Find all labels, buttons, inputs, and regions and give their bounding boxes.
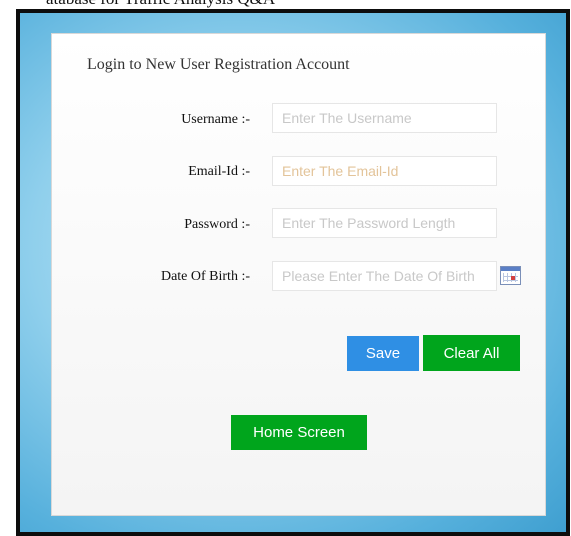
clear-all-button[interactable]: Clear All	[423, 335, 520, 371]
form-title: Login to New User Registration Account	[87, 56, 350, 73]
username-input[interactable]	[272, 103, 497, 133]
calendar-icon[interactable]	[500, 266, 521, 285]
home-screen-button[interactable]: Home Screen	[231, 415, 367, 450]
page-header-fragment: atabase for Traffic Analysis Q&A	[46, 0, 275, 9]
password-label: Password :-	[184, 217, 250, 232]
email-input[interactable]	[272, 156, 497, 186]
password-input[interactable]	[272, 208, 497, 238]
calendar-icon-mark	[511, 276, 515, 280]
username-label: Username :-	[181, 112, 250, 127]
save-button[interactable]: Save	[347, 336, 419, 371]
calendar-icon-header	[501, 267, 520, 271]
email-label: Email-Id :-	[188, 164, 250, 179]
date-of-birth-input[interactable]	[272, 261, 497, 291]
date-of-birth-label: Date Of Birth :-	[160, 269, 250, 284]
